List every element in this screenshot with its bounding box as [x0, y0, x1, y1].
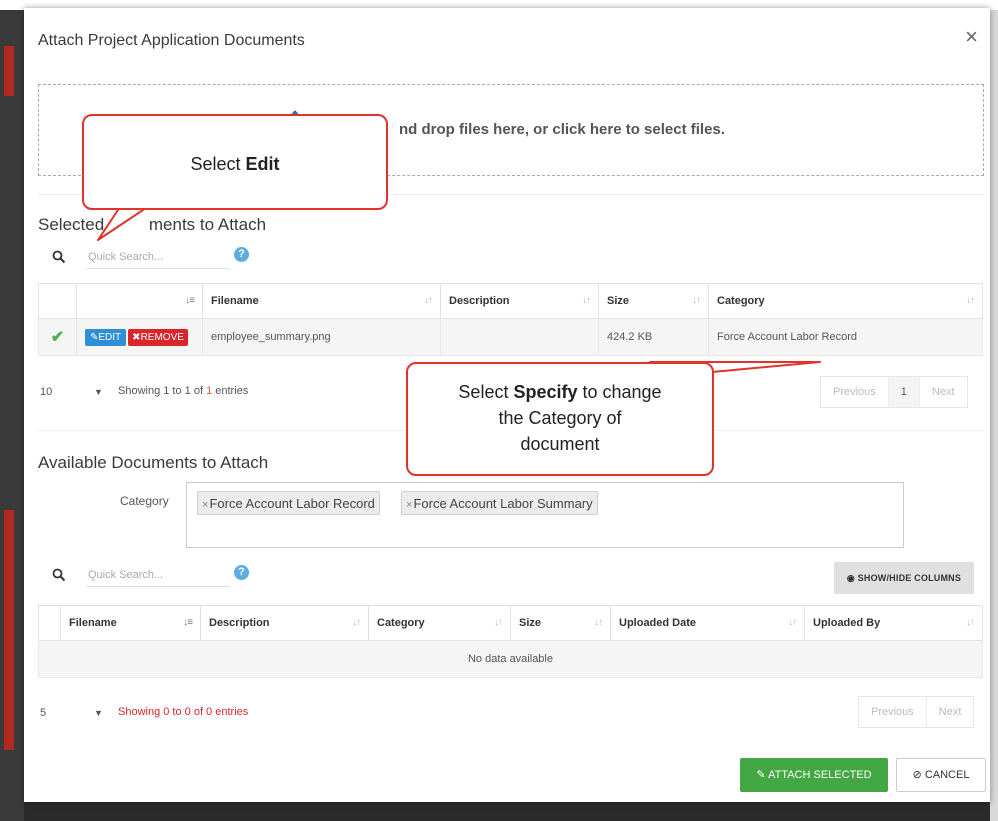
edit-button[interactable]: ✎EDIT — [85, 328, 127, 346]
available-pagination: Previous Next — [858, 696, 975, 728]
remove-button[interactable]: ✖REMOVE — [128, 328, 188, 346]
category-label: Category — [120, 494, 169, 508]
help-icon[interactable]: ? — [234, 247, 249, 262]
next-page-button[interactable]: Next — [927, 697, 974, 727]
chevron-down-icon[interactable]: ▼ — [94, 387, 103, 397]
remove-tag-icon[interactable]: × — [202, 499, 208, 511]
selected-search-input[interactable] — [86, 246, 230, 269]
remove-tag-icon[interactable]: × — [406, 499, 412, 511]
description-column-header[interactable]: Description ↓↑ — [440, 283, 599, 319]
edit-callout: Select Edit — [82, 114, 388, 210]
page-size-select[interactable]: 10 — [40, 386, 52, 398]
row-selected-cell: ✔ — [38, 318, 77, 356]
x-icon: ✖ — [132, 331, 141, 343]
previous-page-button[interactable]: Previous — [859, 697, 927, 727]
page-1-button[interactable]: 1 — [888, 377, 920, 407]
specify-callout: Select Specify to change the Category of… — [406, 362, 714, 476]
table-header-row: ↓≡ Filename ↓↑ Description ↓↑ Size ↓↑ Categ… — [38, 283, 983, 319]
size-column-header[interactable]: Size ↓↑ — [510, 605, 611, 641]
background-right — [990, 10, 998, 821]
entries-info: Showing 0 to 0 of 0 entries — [118, 706, 249, 718]
selected-pagination: Previous 1 Next — [820, 376, 968, 408]
available-documents-table: Filename ↓≡ Description ↓↑ Category ↓↑ Size… — [38, 605, 983, 678]
size-cell: 424.2 KB — [598, 318, 709, 356]
entries-info: Showing 1 to 1 of 1 entries — [118, 385, 249, 397]
attach-selected-button[interactable]: ✎ ATTACH SELECTED — [740, 758, 888, 792]
row-actions-cell: ✎EDIT ✖REMOVE — [76, 318, 203, 356]
filename-column-header[interactable]: Filename ↓≡ — [60, 605, 201, 641]
table-row: No data available — [38, 640, 983, 678]
eye-icon: ◉ — [846, 573, 858, 583]
actions-column-header[interactable]: ↓≡ — [76, 283, 203, 319]
category-column-header[interactable]: Category ↓↑ — [708, 283, 983, 319]
available-documents-title: Available Documents to Attach — [38, 453, 269, 472]
cancel-icon: ⊘ — [912, 769, 925, 781]
uploaded-date-column-header[interactable]: Uploaded Date ↓↑ — [610, 605, 805, 641]
previous-page-button[interactable]: Previous — [821, 377, 889, 407]
cancel-button[interactable]: ⊘ CANCEL — [896, 758, 986, 792]
description-cell — [440, 318, 599, 356]
dropzone-text: nd drop files here, or click here to sel… — [399, 121, 725, 138]
no-data-cell: No data available — [38, 640, 983, 678]
table-row: ✔ ✎EDIT ✖REMOVE employee_summary.png 424.… — [38, 318, 983, 356]
select-column-header — [38, 605, 61, 641]
category-tag[interactable]: ×Force Account Labor Record — [197, 491, 380, 515]
filename-column-header[interactable]: Filename ↓↑ — [202, 283, 441, 319]
available-search-input[interactable] — [86, 564, 230, 587]
select-column-header — [38, 283, 77, 319]
show-hide-columns-button[interactable]: ◉ SHOW/HIDE COLUMNS — [834, 562, 974, 594]
next-page-button[interactable]: Next — [920, 377, 967, 407]
size-column-header[interactable]: Size ↓↑ — [598, 283, 709, 319]
check-icon: ✔ — [50, 329, 65, 346]
background-left — [0, 10, 24, 821]
modal-title: Attach Project Application Documents — [38, 32, 305, 49]
uploaded-by-column-header[interactable]: Uploaded By ↓↑ — [804, 605, 983, 641]
category-column-header[interactable]: Category ↓↑ — [368, 605, 511, 641]
description-column-header[interactable]: Description ↓↑ — [200, 605, 369, 641]
category-filter-input[interactable]: ×Force Account Labor Record ×Force Accou… — [186, 482, 904, 548]
help-icon[interactable]: ? — [234, 565, 249, 580]
selected-documents-title: Selected ments to Attach — [38, 215, 267, 234]
search-icon — [52, 568, 66, 582]
close-icon[interactable]: × — [965, 26, 978, 48]
category-tag[interactable]: ×Force Account Labor Summary — [401, 491, 598, 515]
paperclip-icon: ✎ — [756, 769, 769, 781]
filename-cell: employee_summary.png — [202, 318, 441, 356]
chevron-down-icon[interactable]: ▼ — [94, 708, 103, 718]
category-cell: Force Account Labor Record — [708, 318, 983, 356]
selected-documents-table: ↓≡ Filename ↓↑ Description ↓↑ Size ↓↑ Categ… — [38, 283, 983, 356]
table-header-row: Filename ↓≡ Description ↓↑ Category ↓↑ Size… — [38, 605, 983, 641]
search-icon — [52, 250, 66, 264]
page-size-select[interactable]: 5 — [40, 707, 46, 719]
